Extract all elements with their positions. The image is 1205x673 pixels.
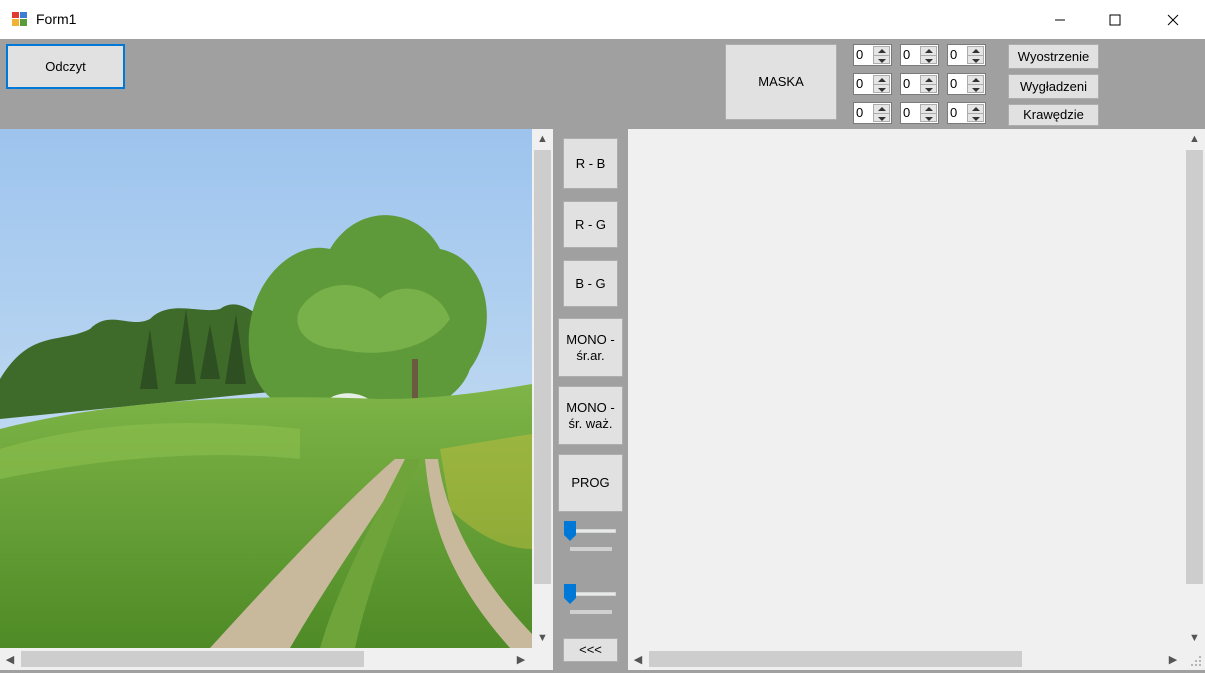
result-vertical-scrollbar[interactable]: ▲ ▼: [1184, 129, 1205, 648]
scroll-up-icon[interactable]: ▲: [1184, 129, 1205, 149]
edges-button[interactable]: Krawędzie: [1008, 104, 1099, 126]
mask-input-r2c1[interactable]: 0: [853, 73, 892, 95]
window-title: Form1: [36, 11, 77, 27]
read-button[interactable]: Odczyt: [6, 44, 125, 89]
image-vertical-scrollbar[interactable]: ▲ ▼: [532, 129, 553, 648]
spin-up-icon[interactable]: [967, 46, 984, 55]
scrollbar-thumb[interactable]: [21, 651, 364, 667]
scroll-left-icon[interactable]: ◀: [0, 648, 20, 670]
mask-input-r3c3[interactable]: 0: [947, 102, 986, 124]
threshold-button[interactable]: PROG: [558, 454, 623, 512]
image-horizontal-scrollbar[interactable]: ◀ ▶: [0, 648, 553, 670]
minimize-button[interactable]: [1037, 0, 1083, 39]
mask-input-r2c3[interactable]: 0: [947, 73, 986, 95]
landscape-image: [0, 129, 532, 648]
spin-up-icon[interactable]: [873, 46, 890, 55]
scroll-right-icon[interactable]: ▶: [1163, 648, 1183, 670]
spin-up-icon[interactable]: [873, 75, 890, 84]
mask-input-r1c1[interactable]: 0: [853, 44, 892, 66]
mono-weighted-button[interactable]: MONO - śr. waż.: [558, 386, 623, 445]
spin-up-icon[interactable]: [920, 46, 937, 55]
sharpen-button[interactable]: Wyostrzenie: [1008, 44, 1099, 69]
spin-up-icon[interactable]: [967, 75, 984, 84]
mask-input-r1c3[interactable]: 0: [947, 44, 986, 66]
rg-swap-button[interactable]: R - G: [563, 201, 618, 248]
spin-down-icon[interactable]: [873, 54, 890, 64]
slider-ticks: [570, 610, 612, 614]
source-image-panel[interactable]: ▲ ▼ ◀ ▶: [0, 129, 553, 670]
title-bar: Form1: [0, 0, 1205, 39]
mono-average-label-1: MONO -: [566, 331, 615, 347]
smooth-button[interactable]: Wygładzeni: [1008, 74, 1099, 99]
spin-up-icon[interactable]: [920, 104, 937, 113]
threshold-slider-2[interactable]: [560, 581, 622, 617]
mask-input-r3c2[interactable]: 0: [900, 102, 939, 124]
spin-down-icon[interactable]: [920, 83, 937, 93]
result-image-panel[interactable]: ▲ ▼ ◀ ▶: [628, 129, 1205, 670]
app-icon: [12, 11, 28, 27]
spin-down-icon[interactable]: [873, 112, 890, 122]
scroll-down-icon[interactable]: ▼: [532, 628, 553, 648]
mono-weighted-label-1: MONO -: [566, 399, 615, 415]
spin-up-icon[interactable]: [920, 75, 937, 84]
spin-up-icon[interactable]: [967, 104, 984, 113]
mono-weighted-label-2: śr. waż.: [568, 415, 613, 431]
scrollbar-thumb[interactable]: [1186, 150, 1203, 584]
slider-ticks: [570, 547, 612, 551]
scrollbar-thumb[interactable]: [534, 150, 551, 584]
spin-up-icon[interactable]: [873, 104, 890, 113]
scroll-right-icon[interactable]: ▶: [511, 648, 531, 670]
slider-thumb[interactable]: [564, 521, 576, 541]
slider-thumb[interactable]: [564, 584, 576, 604]
spin-down-icon[interactable]: [920, 54, 937, 64]
mask-input-r2c2[interactable]: 0: [900, 73, 939, 95]
mono-average-button[interactable]: MONO - śr.ar.: [558, 318, 623, 377]
maximize-button[interactable]: [1092, 0, 1138, 39]
close-button[interactable]: [1150, 0, 1196, 39]
bg-swap-button[interactable]: B - G: [563, 260, 618, 307]
mask-input-r3c1[interactable]: 0: [853, 102, 892, 124]
mask-input-r1c2[interactable]: 0: [900, 44, 939, 66]
spin-down-icon[interactable]: [967, 54, 984, 64]
mono-average-label-2: śr.ar.: [576, 347, 605, 363]
scroll-down-icon[interactable]: ▼: [1184, 628, 1205, 648]
mask-button[interactable]: MASKA: [725, 44, 837, 120]
spin-down-icon[interactable]: [873, 83, 890, 93]
size-grip-icon[interactable]: [1184, 648, 1205, 670]
rb-swap-button[interactable]: R - B: [563, 138, 618, 189]
spin-down-icon[interactable]: [920, 112, 937, 122]
copy-back-button[interactable]: <<<: [563, 638, 618, 662]
spin-down-icon[interactable]: [967, 83, 984, 93]
threshold-slider-1[interactable]: [560, 518, 622, 554]
scrollbar-thumb[interactable]: [649, 651, 1022, 667]
spin-down-icon[interactable]: [967, 112, 984, 122]
scroll-up-icon[interactable]: ▲: [532, 129, 553, 149]
result-horizontal-scrollbar[interactable]: ◀ ▶: [628, 648, 1184, 670]
scroll-left-icon[interactable]: ◀: [628, 648, 648, 670]
